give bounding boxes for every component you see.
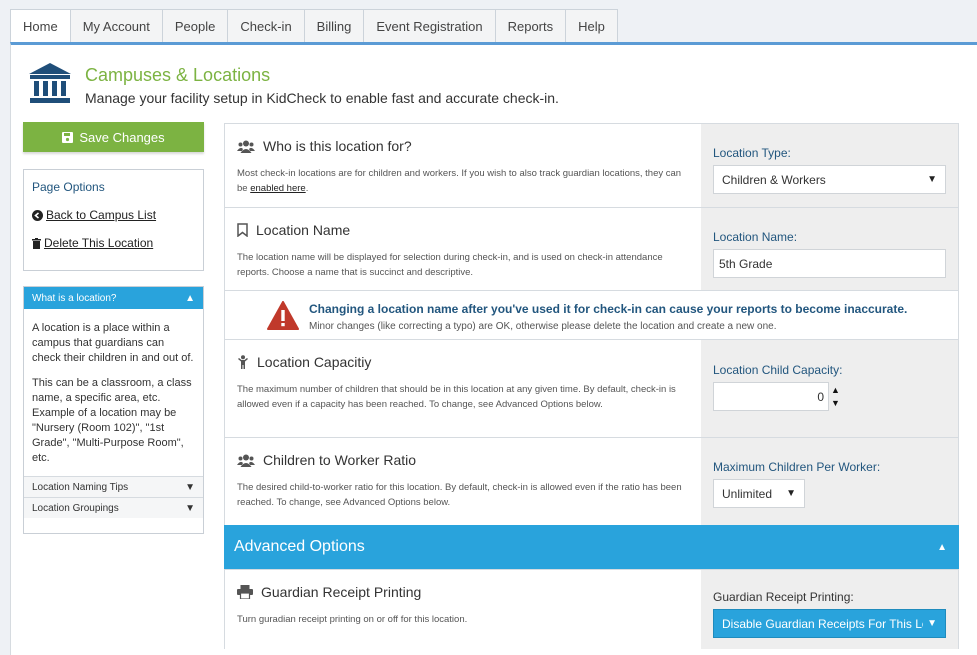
caret-up-icon: ▲ <box>937 541 947 553</box>
building-columns-icon <box>29 63 71 103</box>
users-icon <box>237 454 255 467</box>
location-type-label: Location Type: <box>713 146 791 160</box>
row-location-name: Location Name The location name will be … <box>224 207 959 290</box>
who-desc-end: . <box>305 183 309 194</box>
back-to-campus-list-link[interactable]: Back to Campus List <box>32 208 195 222</box>
max-children-label: Maximum Children Per Worker: <box>713 460 881 474</box>
help-what-is-location-header[interactable]: What is a location? ▲ <box>24 287 203 309</box>
row-title: Who is this location for? <box>263 138 412 154</box>
caret-down-icon: ▼ <box>927 174 937 185</box>
row-description: Most check-in locations are for children… <box>237 166 690 196</box>
help-accordion: What is a location? ▲ A location is a pl… <box>23 286 204 534</box>
tab-my-account[interactable]: My Account <box>69 9 163 43</box>
tab-help[interactable]: Help <box>565 9 618 43</box>
row-location-capacity: Location Capacitiy The maximum number of… <box>224 339 959 437</box>
capacity-value: 0 <box>817 389 824 404</box>
receipt-printing-label: Guardian Receipt Printing: <box>713 590 854 604</box>
row-title: Location Name <box>256 222 351 238</box>
tab-event-registration[interactable]: Event Registration <box>363 9 496 43</box>
enabled-here-link[interactable]: enabled here <box>250 183 305 194</box>
location-type-select[interactable]: Children & Workers ▼ <box>713 165 946 194</box>
printer-icon <box>237 585 253 599</box>
tab-check-in[interactable]: Check-in <box>227 9 305 43</box>
tab-people[interactable]: People <box>161 9 229 43</box>
save-changes-label: Save Changes <box>79 129 165 145</box>
warning-title: Changing a location name after you've us… <box>309 302 908 316</box>
page-title: Campuses & Locations <box>85 65 271 85</box>
capacity-label: Location Child Capacity: <box>713 363 843 377</box>
row-worker-ratio: Children to Worker Ratio The desired chi… <box>224 437 959 525</box>
location-name-value: 5th Grade <box>719 256 773 271</box>
save-changes-button[interactable]: Save Changes <box>23 122 204 152</box>
row-description: The maximum number of children that shou… <box>237 384 676 410</box>
help-what-is-location-label: What is a location? <box>32 292 117 304</box>
location-name-label: Location Name: <box>713 230 798 244</box>
bookmark-icon <box>237 223 248 237</box>
tab-home[interactable]: Home <box>10 9 71 43</box>
row-title: Location Capacitiy <box>257 354 372 370</box>
caret-down-icon: ▼ <box>927 618 937 629</box>
row-description: The location name will be displayed for … <box>237 252 663 278</box>
caret-up-icon: ▲ <box>185 292 195 304</box>
max-children-value: Unlimited <box>722 486 773 501</box>
back-to-campus-list-label: Back to Campus List <box>46 208 157 222</box>
row-title: Children to Worker Ratio <box>263 452 417 468</box>
warning-subtext: Minor changes (like correcting a typo) a… <box>309 321 777 332</box>
page-options-title: Page Options <box>32 180 105 194</box>
tab-reports[interactable]: Reports <box>494 9 567 43</box>
capacity-input[interactable]: 0 <box>713 382 829 411</box>
help-groupings-header[interactable]: Location Groupings ▼ <box>24 497 203 518</box>
tab-billing[interactable]: Billing <box>303 9 365 43</box>
help-paragraph-1: A location is a place within a campus th… <box>32 322 194 364</box>
page-options-panel: Page Options Back to Campus List Delete … <box>23 169 204 271</box>
help-groupings-label: Location Groupings <box>32 502 119 514</box>
floppy-disk-icon <box>62 131 74 143</box>
advanced-options-label: Advanced Options <box>234 538 365 555</box>
location-name-input[interactable]: 5th Grade <box>713 249 946 278</box>
warning-triangle-icon <box>267 301 299 330</box>
delete-location-link[interactable]: Delete This Location <box>32 236 195 250</box>
trash-icon <box>32 237 41 249</box>
page-subtitle: Manage your facility setup in KidCheck t… <box>85 90 559 106</box>
caret-down-icon: ▼ <box>185 481 195 493</box>
advanced-options-header[interactable]: Advanced Options ▲ <box>224 525 959 569</box>
location-form: Who is this location for? Most check-in … <box>224 123 959 649</box>
users-icon <box>237 140 255 153</box>
location-type-value: Children & Workers <box>722 172 826 187</box>
child-icon <box>237 355 249 369</box>
row-title: Guardian Receipt Printing <box>261 584 422 600</box>
arrow-left-circle-icon <box>32 209 43 221</box>
row-receipt-printing: Guardian Receipt Printing Turn guradian … <box>224 569 959 649</box>
receipt-printing-value: Disable Guardian Receipts For This Lo <box>722 616 924 631</box>
delete-location-label: Delete This Location <box>44 236 154 250</box>
help-paragraph-2: This can be a classroom, a class name, a… <box>32 377 192 464</box>
help-body: A location is a place within a campus th… <box>24 309 203 466</box>
capacity-stepper[interactable]: ▲ ▼ <box>831 384 840 410</box>
stepper-down-icon[interactable]: ▼ <box>831 397 840 410</box>
row-description: The desired child-to-worker ratio for th… <box>237 482 682 508</box>
top-nav: Home My Account People Check-in Billing … <box>10 9 618 43</box>
caret-down-icon: ▼ <box>786 488 796 499</box>
page-content: Campuses & Locations Manage your facilit… <box>10 42 977 655</box>
stepper-up-icon[interactable]: ▲ <box>831 384 840 397</box>
help-naming-tips-header[interactable]: Location Naming Tips ▼ <box>24 476 203 497</box>
caret-down-icon: ▼ <box>185 502 195 514</box>
max-children-select[interactable]: Unlimited ▼ <box>713 479 805 508</box>
help-naming-tips-label: Location Naming Tips <box>32 481 129 493</box>
rename-warning: Changing a location name after you've us… <box>224 290 959 339</box>
row-location-type: Who is this location for? Most check-in … <box>224 123 959 207</box>
row-description: Turn guradian receipt printing on or off… <box>237 614 468 625</box>
receipt-printing-select[interactable]: Disable Guardian Receipts For This Lo ▼ <box>713 609 946 638</box>
